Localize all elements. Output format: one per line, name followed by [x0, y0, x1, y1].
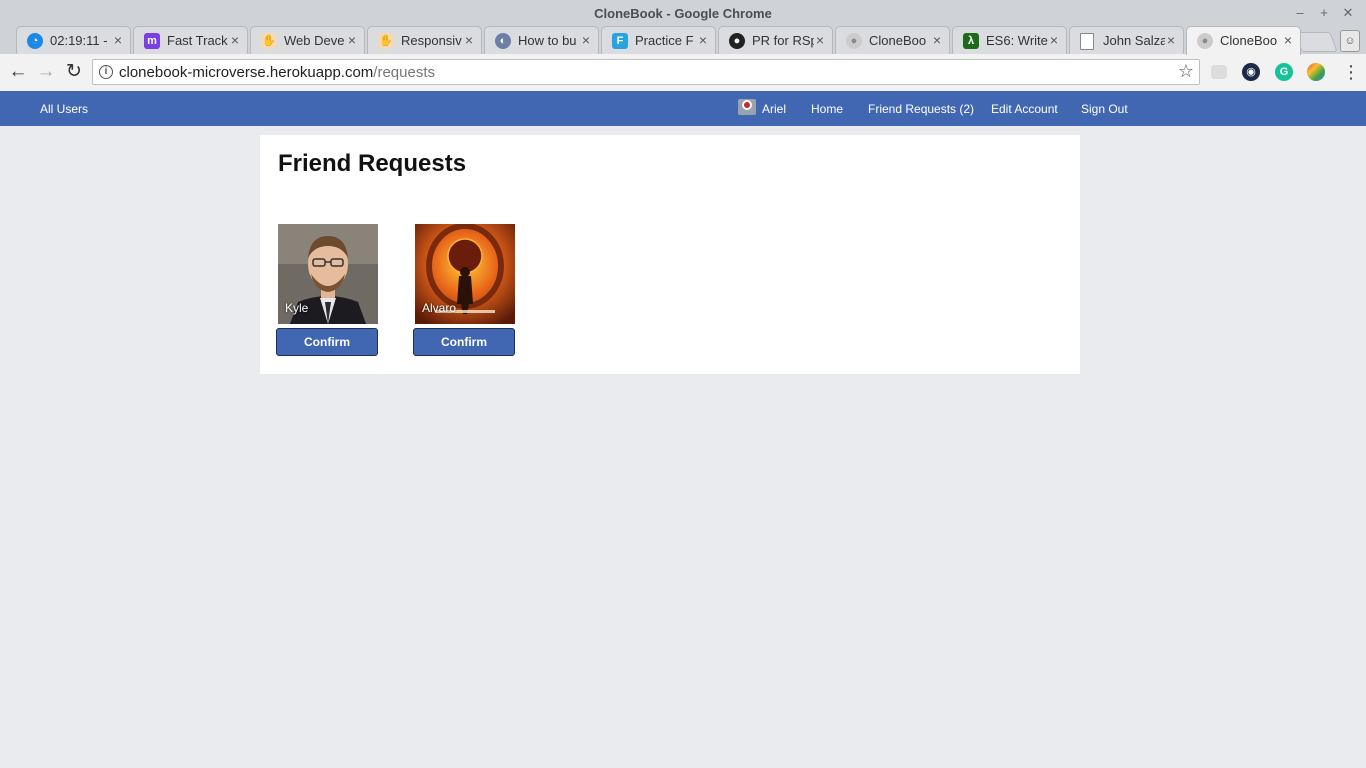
- tab-item[interactable]: ◔ 02:19:11 - ×: [16, 26, 131, 54]
- tab-item-active[interactable]: ● CloneBoo ×: [1186, 26, 1301, 55]
- window-titlebar: CloneBook - Google Chrome – + ✕: [0, 0, 1366, 28]
- close-icon[interactable]: ×: [114, 32, 122, 48]
- friend-name: Alvaro: [422, 301, 457, 315]
- tab-label: John Salza: [1103, 33, 1165, 48]
- tab-label: 02:19:11 -: [50, 33, 108, 48]
- profile-icon[interactable]: ☺: [1340, 30, 1360, 52]
- person-icon: ●: [1197, 33, 1213, 49]
- info-icon[interactable]: i: [99, 65, 113, 79]
- kebab-menu-icon[interactable]: ⋮: [1342, 62, 1360, 82]
- friend-name: Kyle: [285, 301, 309, 315]
- url-host: clonebook-microverse.herokuapp.com: [119, 64, 374, 81]
- nav-profile-name[interactable]: Ariel: [762, 102, 786, 116]
- close-window-button[interactable]: ✕: [1338, 4, 1358, 22]
- friend-requests-card: Friend Requests Kyle Confirm Alvaro Conf…: [260, 135, 1080, 374]
- tab-label: CloneBoo: [869, 33, 927, 48]
- extension-cast-icon[interactable]: [1211, 65, 1227, 79]
- nav-avatar[interactable]: [738, 99, 756, 115]
- back-arrow-icon[interactable]: ←: [7, 62, 29, 84]
- tab-item[interactable]: m Fast Track ×: [133, 26, 248, 54]
- close-icon[interactable]: ×: [582, 32, 590, 48]
- avatar[interactable]: Kyle: [278, 224, 378, 324]
- tab-item[interactable]: λ ES6: Write ×: [952, 26, 1067, 54]
- tab-item[interactable]: ✋ Web Deve ×: [250, 26, 365, 54]
- tab-item[interactable]: John Salza ×: [1069, 26, 1184, 54]
- tab-label: Responsiv: [401, 33, 462, 48]
- extension-color-icon[interactable]: [1307, 63, 1325, 81]
- maximize-button[interactable]: +: [1314, 4, 1334, 22]
- hand-icon: ✋: [378, 33, 394, 49]
- tab-label: Web Deve: [284, 33, 345, 48]
- url-path: /requests: [373, 64, 435, 81]
- extension-ghost-icon[interactable]: ◉: [1242, 63, 1260, 81]
- nav-friend-requests[interactable]: Friend Requests (2): [868, 102, 974, 116]
- github-icon: ●: [729, 33, 745, 49]
- window-title: CloneBook - Google Chrome: [594, 6, 772, 21]
- close-icon[interactable]: ×: [465, 32, 473, 48]
- nav-edit-account[interactable]: Edit Account: [991, 102, 1058, 116]
- tab-item[interactable]: F Practice F ×: [601, 26, 716, 54]
- close-icon[interactable]: ×: [933, 32, 941, 48]
- page-title: Friend Requests: [278, 150, 467, 177]
- tab-label: ES6: Write: [986, 33, 1048, 48]
- hand-icon: ✋: [261, 33, 277, 49]
- bookmark-star-icon[interactable]: ☆: [1178, 61, 1194, 82]
- close-icon[interactable]: ×: [816, 32, 824, 48]
- confirm-button[interactable]: Confirm: [413, 328, 515, 356]
- app-navbar: All Users Ariel Home Friend Requests (2)…: [0, 91, 1366, 126]
- m-icon: m: [144, 33, 160, 49]
- tab-label: Practice F: [635, 33, 694, 48]
- tab-label: PR for RSp: [752, 33, 814, 48]
- clock-icon: ◔: [27, 33, 43, 49]
- confirm-button[interactable]: Confirm: [276, 328, 378, 356]
- reload-icon[interactable]: ↻: [63, 62, 85, 84]
- close-icon[interactable]: ×: [1284, 32, 1292, 48]
- person-icon: ●: [846, 33, 862, 49]
- tab-item[interactable]: ● CloneBoo ×: [835, 26, 950, 54]
- address-bar[interactable]: i clonebook-microverse.herokuapp.com/req…: [92, 59, 1200, 85]
- nav-home[interactable]: Home: [811, 102, 843, 116]
- tab-item[interactable]: ✋ Responsiv ×: [367, 26, 482, 54]
- avatar[interactable]: Alvaro: [415, 224, 515, 324]
- nav-all-users[interactable]: All Users: [40, 102, 88, 116]
- code-icon: λ: [963, 33, 979, 49]
- tab-label: Fast Track: [167, 33, 228, 48]
- minimize-button[interactable]: –: [1290, 4, 1310, 22]
- tab-label: CloneBoo: [1220, 33, 1278, 48]
- tab-item[interactable]: ● PR for RSp ×: [718, 26, 833, 54]
- browser-toolbar: ← → ↻ i clonebook-microverse.herokuapp.c…: [0, 54, 1366, 92]
- tab-item[interactable]: ◐ How to bu ×: [484, 26, 599, 54]
- globe-icon: ◐: [495, 33, 511, 49]
- ft-icon: F: [612, 33, 628, 49]
- tab-label: How to bu: [518, 33, 577, 48]
- nav-sign-out[interactable]: Sign Out: [1081, 102, 1128, 116]
- grammarly-icon[interactable]: G: [1275, 63, 1293, 81]
- close-icon[interactable]: ×: [231, 32, 239, 48]
- forward-arrow-icon[interactable]: →: [35, 62, 57, 84]
- close-icon[interactable]: ×: [1167, 32, 1175, 48]
- close-icon[interactable]: ×: [699, 32, 707, 48]
- document-icon: [1080, 33, 1094, 50]
- url-text[interactable]: clonebook-microverse.herokuapp.com/reque…: [119, 64, 435, 81]
- close-icon[interactable]: ×: [348, 32, 356, 48]
- close-icon[interactable]: ×: [1050, 32, 1058, 48]
- tab-strip: ◔ 02:19:11 - × m Fast Track × ✋ Web Deve…: [0, 26, 1366, 55]
